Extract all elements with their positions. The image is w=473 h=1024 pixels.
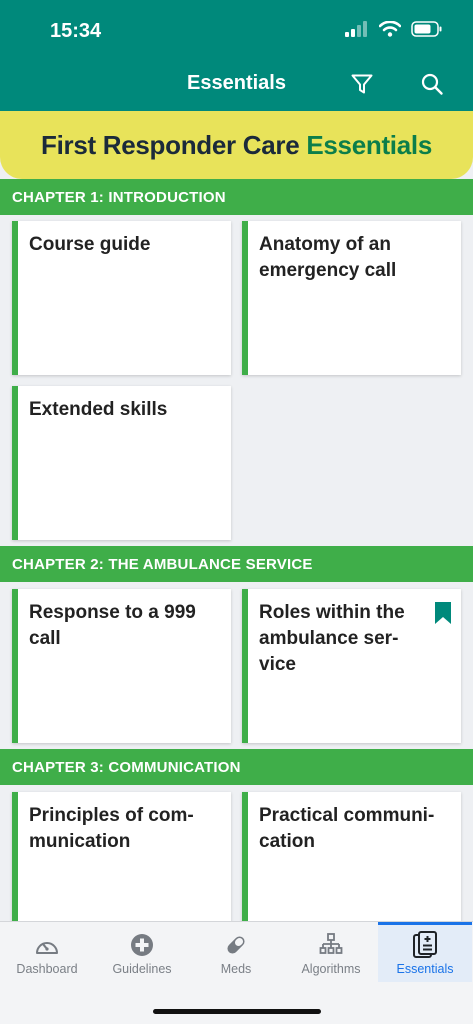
topic-card-title: Extended skills [29,399,168,420]
tab-label: Dashboard [16,962,78,976]
signal-icon [345,21,367,37]
search-button[interactable] [418,70,446,98]
topic-card[interactable]: Extended skills [12,386,231,540]
home-indicator[interactable] [153,1009,321,1014]
topic-card-title: Roles within the ambulance ser-vice [259,602,405,675]
tab-essentials[interactable]: Essentials [378,922,472,982]
banner-title-accent: Essentials [306,129,432,160]
status-icons [345,21,443,37]
tab-label: Guidelines [112,962,172,976]
tab-label: Meds [220,962,252,976]
chapter-header: CHAPTER 2: THE AMBULANCE SERVICE [0,546,473,582]
topic-card[interactable]: Anatomy of an emergency call [242,221,461,375]
chapter-header: CHAPTER 1: INTRODUCTION [0,179,473,215]
bookmark-icon[interactable] [435,602,451,624]
topic-card-title: Anatomy of an emergency call [259,234,397,281]
wifi-icon [379,21,401,37]
medical-cross-icon [131,934,153,956]
battery-icon [411,21,442,37]
tab-algorithms[interactable]: Algorithms [284,922,378,982]
tab-guidelines[interactable]: Guidelines [95,922,189,982]
tab-meds[interactable]: Meds [189,922,283,982]
page-title: Essentials [187,72,286,94]
search-icon [421,73,443,95]
topic-card[interactable]: Practical communi-cation [242,792,461,921]
topic-card-title: Response to a 999 call [29,602,196,649]
topic-card-title: Principles of com-munication [29,805,194,852]
tab-dashboard[interactable]: Dashboard [0,922,94,982]
filter-button[interactable] [348,70,376,98]
chapter-header: CHAPTER 3: COMMUNICATION [0,749,473,785]
tab-label: Essentials [396,962,454,976]
document-icon [413,931,437,958]
pill-icon [227,936,245,954]
topic-card[interactable]: Course guide [12,221,231,375]
filter-icon [351,74,373,94]
app-header: 15:34 Essentials [0,0,473,111]
banner-title: First Responder Care Essentials [41,130,432,161]
topic-card-title: Practical communi-cation [259,805,435,852]
topic-card[interactable]: Roles within the ambulance ser-vice [242,589,461,743]
flowchart-icon [319,933,343,954]
topic-card[interactable]: Response to a 999 call [12,589,231,743]
topic-card-title: Course guide [29,234,151,255]
gauge-icon [36,942,58,954]
tab-label: Algorithms [301,962,361,976]
topic-card[interactable]: Principles of com-munication [12,792,231,921]
banner-title-main: First Responder Care [41,129,300,160]
status-time: 15:34 [50,20,102,42]
chapter-list[interactable]: CHAPTER 1: INTRODUCTION Course guide Ana… [0,179,473,921]
title-banner: First Responder Care Essentials [0,111,473,179]
